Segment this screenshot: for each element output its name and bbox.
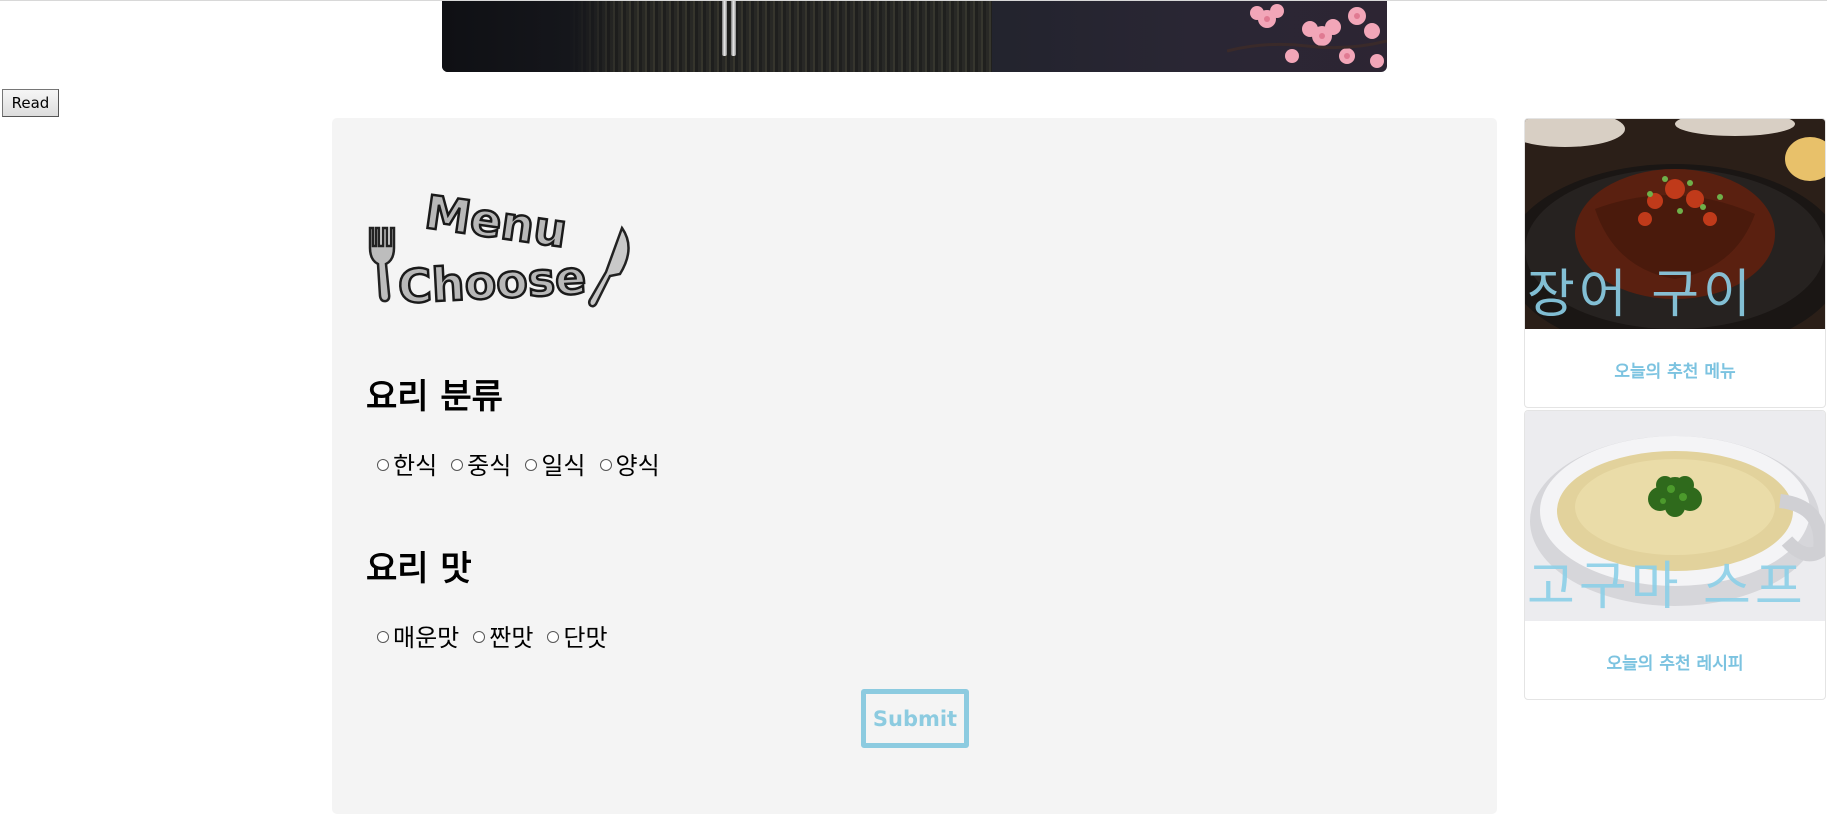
- taste-heading: 요리 맛: [366, 549, 472, 589]
- menu-form-panel: Menu Choose 요리 분류 한식 중식 일식 양식 요리 맛 매운맛 짠…: [332, 118, 1497, 814]
- radio-label: 한식: [393, 452, 438, 480]
- radio-button[interactable]: [599, 459, 612, 471]
- header-banner-image: [442, 1, 1387, 72]
- cuisine-type-options: 한식 중식 일식 양식: [377, 446, 674, 481]
- recommended-recipe-card[interactable]: 고구마 스프 오늘의 추천 레시피: [1524, 410, 1826, 700]
- radio-button[interactable]: [525, 459, 538, 471]
- radio-spicy[interactable]: 매운맛: [377, 618, 459, 653]
- read-button[interactable]: Read: [2, 89, 59, 117]
- radio-chinese[interactable]: 중식: [451, 446, 511, 481]
- sweet-potato-soup-image: 고구마 스프: [1525, 411, 1825, 621]
- radio-label: 중식: [467, 452, 512, 480]
- radio-label: 양식: [615, 452, 660, 480]
- radio-button[interactable]: [451, 459, 464, 471]
- radio-button[interactable]: [547, 631, 560, 643]
- radio-korean[interactable]: 한식: [377, 446, 437, 481]
- fork-icon: [368, 226, 396, 303]
- radio-button[interactable]: [473, 631, 486, 643]
- submit-button[interactable]: Submit: [861, 689, 969, 748]
- card-caption: 오늘의 추천 메뉴: [1614, 361, 1736, 382]
- banner-bamboo-mat: [562, 1, 992, 72]
- banner-shadow: [442, 1, 622, 72]
- menu-choose-logo: Menu Choose: [368, 188, 630, 308]
- card-image-title: 고구마 스프: [1527, 557, 1807, 617]
- cherry-blossom-icon: [1227, 4, 1387, 68]
- radio-label: 매운맛: [393, 624, 460, 652]
- recommended-menu-card[interactable]: 장어 구이 오늘의 추천 메뉴: [1524, 118, 1826, 408]
- taste-options: 매운맛 짠맛 단맛: [377, 618, 622, 653]
- grilled-eel-image: 장어 구이: [1525, 119, 1825, 329]
- radio-label: 단맛: [563, 624, 608, 652]
- chopstick-icon: [731, 1, 736, 56]
- radio-western[interactable]: 양식: [599, 446, 660, 481]
- radio-label: 짠맛: [489, 624, 534, 652]
- card-image-title: 장어 구이: [1527, 265, 1755, 325]
- radio-label: 일식: [541, 452, 586, 480]
- radio-button[interactable]: [377, 631, 389, 643]
- card-caption: 오늘의 추천 레시피: [1606, 653, 1744, 674]
- cuisine-type-heading: 요리 분류: [366, 377, 503, 417]
- chopstick-icon: [722, 1, 727, 56]
- radio-japanese[interactable]: 일식: [525, 446, 586, 481]
- knife-icon: [587, 225, 630, 308]
- radio-salty[interactable]: 짠맛: [473, 618, 533, 653]
- logo-text-menu: Menu: [422, 188, 571, 258]
- radio-sweet[interactable]: 단맛: [547, 618, 608, 653]
- radio-button[interactable]: [377, 459, 389, 471]
- logo-text-choose: Choose: [397, 250, 588, 308]
